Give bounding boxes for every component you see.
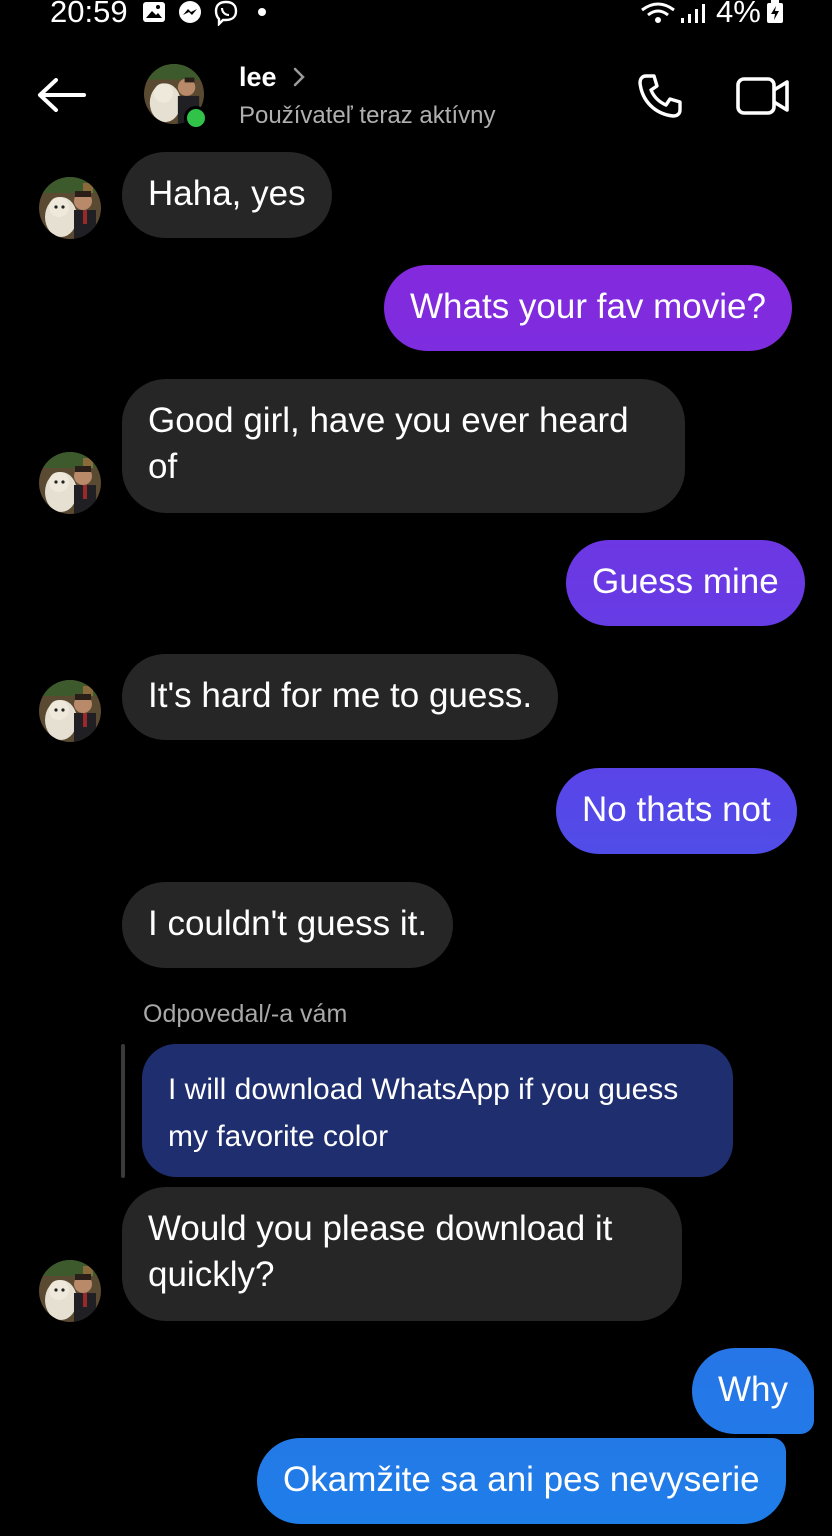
voice-call-button[interactable]	[632, 68, 688, 124]
incoming-message[interactable]: I couldn't guess it.	[122, 882, 454, 968]
incoming-message[interactable]: Would you please download it quickly?	[122, 1187, 682, 1321]
reply-label: Odpovedal/-a vám	[143, 1000, 348, 1028]
video-call-button[interactable]	[732, 68, 794, 124]
incoming-message[interactable]: Haha, yes	[122, 152, 332, 238]
incoming-message[interactable]: It's hard for me to guess.	[122, 654, 559, 740]
status-time: 20:59	[50, 0, 128, 29]
portrait-image	[39, 177, 101, 239]
outgoing-message[interactable]: No thats not	[556, 768, 797, 854]
outgoing-message[interactable]: Whats your fav movie?	[384, 265, 792, 351]
sender-avatar[interactable]	[39, 1260, 101, 1322]
phone-icon	[638, 74, 682, 118]
sender-avatar[interactable]	[39, 177, 101, 239]
sender-avatar[interactable]	[39, 680, 101, 742]
chevron-right-icon[interactable]	[292, 66, 306, 93]
outgoing-message[interactable]: Why	[692, 1348, 814, 1434]
quoted-message[interactable]: I will download WhatsApp if you guess my…	[142, 1044, 733, 1177]
incoming-message[interactable]: Good girl, have you ever heard of	[122, 379, 685, 513]
notification-dot-icon	[258, 8, 266, 16]
wifi-icon	[640, 2, 676, 29]
video-camera-icon	[736, 77, 789, 115]
back-arrow-icon	[38, 78, 86, 112]
status-bar: 20:59 4%	[0, 0, 832, 34]
outgoing-message[interactable]: Okamžite sa ani pes nevyserie	[257, 1438, 786, 1524]
contact-name[interactable]: lee	[239, 62, 277, 93]
portrait-image	[39, 1260, 101, 1322]
reply-indicator-bar	[121, 1044, 125, 1178]
messenger-icon	[177, 0, 203, 31]
battery-percent: 4%	[716, 0, 761, 29]
gallery-icon	[142, 0, 166, 29]
sender-avatar[interactable]	[39, 452, 101, 514]
back-button[interactable]	[30, 68, 92, 122]
portrait-image	[39, 452, 101, 514]
portrait-image	[39, 680, 101, 742]
outgoing-message[interactable]: Guess mine	[566, 540, 805, 626]
chat-screen: 20:59 4% lee Používateľ teraz aktívny Ha…	[0, 0, 832, 1536]
online-indicator	[184, 106, 208, 130]
signal-icon	[680, 2, 706, 29]
viber-icon	[212, 0, 240, 31]
contact-status: Používateľ teraz aktívny	[239, 102, 496, 129]
battery-charging-icon	[766, 0, 784, 29]
chat-header: lee Používateľ teraz aktívny	[0, 40, 832, 150]
